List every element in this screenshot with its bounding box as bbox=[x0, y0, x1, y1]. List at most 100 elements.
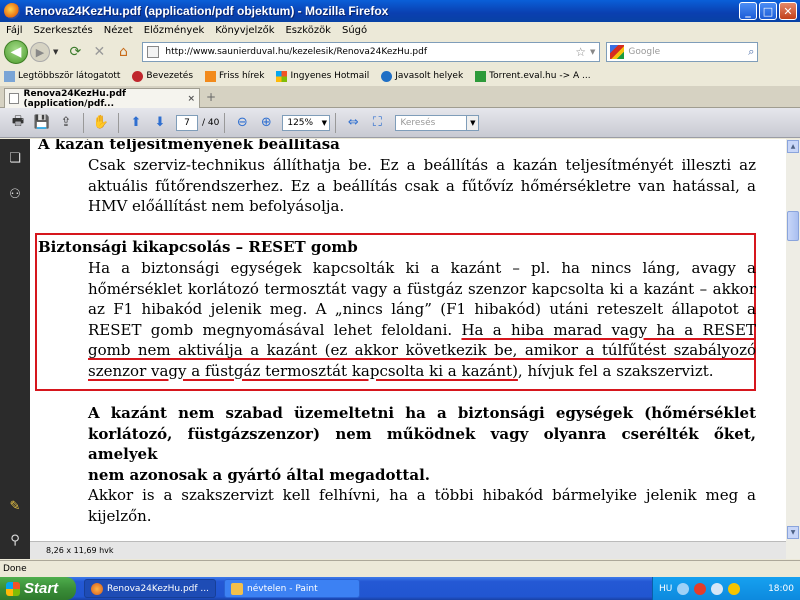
new-tab-button[interactable]: + bbox=[206, 90, 216, 104]
taskbar-item-paint[interactable]: névtelen - Paint bbox=[224, 579, 360, 598]
scroll-up-icon[interactable]: ▲ bbox=[787, 140, 799, 153]
url-bar[interactable]: http://www.saunierduval.hu/kezelesik/Ren… bbox=[142, 42, 601, 62]
fit-width-icon[interactable]: ⇔ bbox=[341, 112, 365, 134]
paragraph-reset: Ha a biztonsági egységek kapcsolták ki a… bbox=[88, 258, 756, 381]
network-icon[interactable] bbox=[677, 582, 690, 595]
next-page-icon[interactable]: ⬇ bbox=[148, 112, 172, 134]
comments-icon[interactable]: ✎ bbox=[6, 497, 24, 515]
page-total: / 40 bbox=[202, 117, 220, 128]
menu-view[interactable]: Nézet bbox=[104, 25, 133, 36]
green-check-icon bbox=[475, 70, 487, 82]
language-indicator[interactable]: HU bbox=[659, 584, 672, 594]
menu-tools[interactable]: Eszközök bbox=[285, 25, 331, 36]
system-tray: HU 18:00 bbox=[652, 577, 800, 600]
vertical-scrollbar[interactable]: ▲ ▼ bbox=[786, 139, 800, 559]
paragraph-other-errors: Akkor is a szakszervizt kell felhívni, h… bbox=[88, 485, 756, 526]
attachment-icon[interactable]: ⚲ bbox=[6, 531, 24, 549]
bookmark-most-visited[interactable]: Legtöbbször látogatott bbox=[4, 70, 120, 82]
google-icon[interactable] bbox=[610, 45, 625, 59]
text-line: szenzor vagy a füstgáz termosztát kapcso… bbox=[88, 361, 756, 382]
tab-pdf[interactable]: Renova24KezHu.pdf (application/pdf... × bbox=[4, 88, 200, 109]
bookmark-suggested[interactable]: Javasolt helyek bbox=[381, 70, 463, 82]
rss-icon bbox=[205, 70, 217, 82]
volume-icon[interactable] bbox=[711, 582, 724, 595]
bookmark-torrent[interactable]: Torrent.eval.hu -> A ... bbox=[475, 70, 591, 82]
search-bar[interactable]: Google ⌕ bbox=[606, 42, 759, 62]
zoom-out-icon[interactable]: ⊖ bbox=[230, 112, 254, 134]
history-dropdown-icon[interactable]: ▼ bbox=[53, 48, 58, 56]
text-line: aktuális fűtőrendszerhez. Ez a beállítás… bbox=[88, 176, 756, 195]
menu-help[interactable]: Súgó bbox=[342, 25, 367, 36]
page-size-label: 8,26 x 11,69 hvk bbox=[46, 546, 114, 555]
bookmark-getting-started[interactable]: Bevezetés bbox=[132, 70, 193, 82]
text-line: kijelzőn. bbox=[88, 506, 152, 525]
tab-close-icon[interactable]: × bbox=[187, 94, 195, 104]
text-line: gomb nem aktiválja a kazánt (ez akkor kö… bbox=[88, 340, 756, 361]
status-bar: Done bbox=[0, 560, 800, 577]
status-text: Done bbox=[3, 564, 27, 574]
paragraph-warning: A kazánt nem szabad üzemeltetni ha a biz… bbox=[88, 403, 756, 485]
menu-edit[interactable]: Szerkesztés bbox=[34, 25, 93, 36]
home-icon[interactable]: ⌂ bbox=[112, 41, 134, 63]
menu-file[interactable]: Fájl bbox=[6, 25, 23, 36]
zoom-in-icon[interactable]: ⊕ bbox=[254, 112, 278, 134]
scroll-down-icon[interactable]: ▼ bbox=[787, 526, 799, 539]
forward-button[interactable]: ▶ bbox=[30, 42, 50, 62]
stop-icon[interactable]: ✕ bbox=[88, 41, 110, 63]
zoom-dropdown-icon[interactable]: ▼ bbox=[319, 119, 329, 127]
search-placeholder[interactable]: Google bbox=[628, 47, 660, 57]
firefox-icon bbox=[91, 582, 103, 595]
heading-performance-setting: A kazán teljesítményének beállítása bbox=[38, 139, 340, 153]
antivirus-icon[interactable] bbox=[728, 582, 741, 595]
security-shield-icon[interactable] bbox=[694, 582, 707, 595]
underlined-text: szenzor vagy a füstgáz termosztát kapcso… bbox=[88, 361, 518, 380]
bookmark-folder-icon bbox=[4, 70, 15, 82]
reload-icon[interactable]: ⟳ bbox=[64, 41, 86, 63]
print-icon[interactable]: 🖶 bbox=[6, 112, 30, 134]
bookmark-star-icon[interactable]: ☆ bbox=[575, 45, 586, 59]
heading-safety-shutdown: Biztonsági kikapcsolás – RESET gomb bbox=[38, 238, 358, 256]
minimize-button[interactable]: _ bbox=[739, 2, 757, 20]
text-line: az F1 hibakód jelenik meg. A „nincs láng… bbox=[88, 300, 756, 318]
text-line: HMV előállítást nem befolyásolja. bbox=[88, 197, 345, 215]
pdf-search-dropdown-icon[interactable]: ▼ bbox=[467, 114, 480, 131]
text-line: Ha a biztonsági egységek kapcsolták ki a… bbox=[88, 259, 756, 277]
text-plain: RESET gomb megnyomásával lehet feloldani… bbox=[88, 320, 462, 339]
text-line: Akkor is a szakszervizt kell felhívni, h… bbox=[88, 486, 756, 504]
previous-page-icon[interactable]: ⬆ bbox=[124, 112, 148, 134]
text-line: RESET gomb megnyomásával lehet feloldani… bbox=[88, 320, 756, 341]
scrollbar-thumb[interactable] bbox=[787, 211, 799, 241]
search-icon[interactable]: ⌕ bbox=[748, 45, 754, 59]
pdf-document-view[interactable]: A kazán teljesítményének beállítása Csak… bbox=[30, 139, 786, 559]
menu-history[interactable]: Előzmények bbox=[144, 25, 205, 36]
back-button[interactable]: ◀ bbox=[4, 40, 28, 64]
taskbar-item-firefox[interactable]: Renova24KezHu.pdf ... bbox=[84, 579, 216, 598]
menu-bookmarks[interactable]: Könyvjelzők bbox=[215, 25, 274, 36]
page-number-input[interactable]: 7 bbox=[176, 114, 198, 131]
pdf-search-input[interactable]: Keresés bbox=[395, 114, 468, 131]
window-controls: _ □ ✕ bbox=[739, 2, 797, 20]
tab-bar: Renova24KezHu.pdf (application/pdf... × … bbox=[0, 86, 800, 109]
maximize-button[interactable]: □ bbox=[759, 2, 777, 20]
pages-icon[interactable]: ❏ bbox=[6, 149, 24, 167]
start-button[interactable]: Start bbox=[0, 577, 76, 600]
save-icon[interactable]: 💾 bbox=[30, 112, 54, 134]
url-dropdown-icon[interactable]: ▼ bbox=[590, 48, 595, 56]
binoculars-icon[interactable]: ⚇ bbox=[6, 185, 24, 203]
underlined-text: gomb nem aktiválja a kazánt (ez akkor kö… bbox=[88, 341, 756, 359]
toolbar-divider bbox=[118, 112, 119, 133]
text-line: korlátozó, füstgázszenzor) nem működnek … bbox=[88, 424, 756, 464]
url-text[interactable]: http://www.saunierduval.hu/kezelesik/Ren… bbox=[165, 47, 571, 57]
share-icon[interactable]: ⇪ bbox=[54, 112, 78, 134]
text-line: hőmérséklet korlátozó termosztát vagy a … bbox=[88, 279, 756, 298]
toolbar-divider bbox=[83, 112, 84, 133]
toolbar-divider bbox=[335, 112, 337, 133]
hand-tool-icon[interactable]: ✋ bbox=[89, 112, 113, 134]
zoom-select[interactable]: 125% ▼ bbox=[282, 114, 331, 131]
fit-page-icon[interactable]: ⛶ bbox=[365, 112, 389, 134]
page-favicon-icon bbox=[147, 46, 160, 58]
pdf-toolbar: 🖶 💾 ⇪ ✋ ⬆ ⬇ 7 / 40 ⊖ ⊕ 125% ▼ ⇔ ⛶ Keresés… bbox=[0, 108, 800, 138]
close-button[interactable]: ✕ bbox=[779, 2, 797, 20]
bookmark-news[interactable]: Friss hírek bbox=[205, 70, 264, 82]
bookmark-hotmail[interactable]: Ingyenes Hotmail bbox=[276, 70, 369, 82]
